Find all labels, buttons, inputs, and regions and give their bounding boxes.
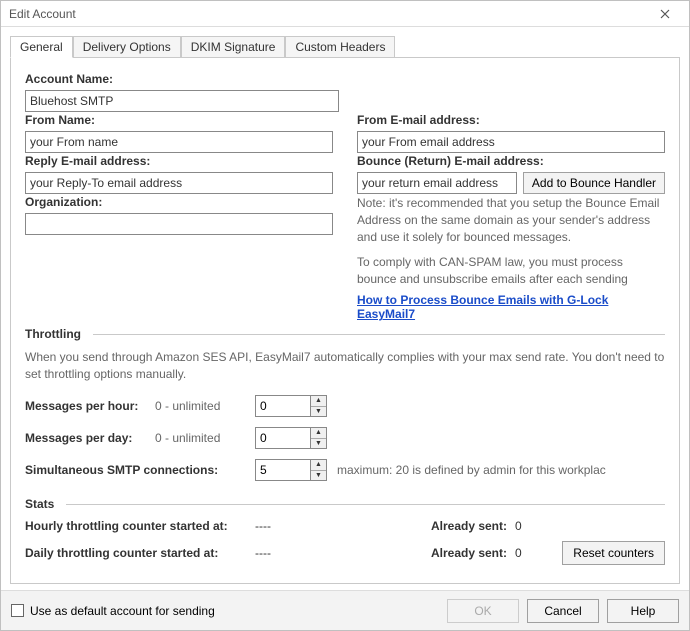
organization-label: Organization: [25,195,333,209]
hourly-sent-value: 0 [515,519,555,533]
bounce-help-link[interactable]: How to Process Bounce Emails with G-Lock… [357,293,608,321]
reply-email-input[interactable] [25,172,333,194]
tab-delivery-options[interactable]: Delivery Options [73,36,181,57]
messages-per-hour-spinner[interactable]: ▲ ▼ [255,395,327,417]
reset-counters-button[interactable]: Reset counters [562,541,665,565]
smtp-connections-note: maximum: 20 is defined by admin for this… [337,463,606,477]
tab-dkim-signature[interactable]: DKIM Signature [181,36,286,57]
ok-button[interactable]: OK [447,599,519,623]
tab-label: Delivery Options [83,40,171,54]
spinner-up-icon[interactable]: ▲ [311,460,326,471]
from-email-input[interactable] [357,131,665,153]
from-name-input[interactable] [25,131,333,153]
divider [66,504,665,505]
messages-per-hour-label: Messages per hour: [25,399,155,413]
tab-general-panel: Account Name: From Name: From E-mail add… [10,57,680,584]
bounce-note-1: Note: it's recommended that you setup th… [357,195,665,245]
tab-label: General [20,40,63,54]
tab-row: General Delivery Options DKIM Signature … [10,35,680,57]
account-name-input[interactable] [25,90,339,112]
dialog-body: General Delivery Options DKIM Signature … [1,27,689,590]
smtp-connections-label: Simultaneous SMTP connections: [25,463,255,477]
throttling-title: Throttling [25,327,87,341]
close-button[interactable] [647,4,683,24]
default-account-checkbox[interactable] [11,604,24,617]
spinner-up-icon[interactable]: ▲ [311,396,326,407]
hourly-counter-value: ---- [255,519,335,533]
hourly-counter-label: Hourly throttling counter started at: [25,519,255,533]
organization-input[interactable] [25,213,333,235]
spinner-down-icon[interactable]: ▼ [311,407,326,417]
messages-per-hour-hint: 0 - unlimited [155,399,255,413]
bounce-email-label: Bounce (Return) E-mail address: [357,154,665,168]
tab-general[interactable]: General [10,36,73,58]
tab-label: Custom Headers [295,40,385,54]
tab-custom-headers[interactable]: Custom Headers [285,36,395,57]
bounce-note-2: To comply with CAN-SPAM law, you must pr… [357,254,665,288]
hourly-sent-label: Already sent: [405,519,515,533]
messages-per-hour-input[interactable] [256,396,310,416]
add-to-bounce-handler-button[interactable]: Add to Bounce Handler [523,172,665,194]
dialog-footer: Use as default account for sending OK Ca… [1,590,689,630]
reply-email-label: Reply E-mail address: [25,154,333,168]
from-name-label: From Name: [25,113,333,127]
bounce-email-input[interactable] [357,172,517,194]
messages-per-day-input[interactable] [256,428,310,448]
daily-counter-label: Daily throttling counter started at: [25,546,255,560]
throttling-desc: When you send through Amazon SES API, Ea… [25,349,665,383]
titlebar: Edit Account [1,1,689,27]
default-account-label: Use as default account for sending [30,604,215,618]
smtp-connections-input[interactable] [256,460,310,480]
window-title: Edit Account [9,7,647,21]
messages-per-day-hint: 0 - unlimited [155,431,255,445]
daily-sent-value: 0 [515,546,555,560]
account-name-label: Account Name: [25,72,665,86]
spinner-down-icon[interactable]: ▼ [311,439,326,449]
spinner-down-icon[interactable]: ▼ [311,471,326,481]
tab-label: DKIM Signature [191,40,276,54]
daily-sent-label: Already sent: [405,546,515,560]
from-email-label: From E-mail address: [357,113,665,127]
messages-per-day-label: Messages per day: [25,431,155,445]
cancel-button[interactable]: Cancel [527,599,599,623]
spinner-up-icon[interactable]: ▲ [311,428,326,439]
help-button[interactable]: Help [607,599,679,623]
daily-counter-value: ---- [255,546,335,560]
stats-title: Stats [25,497,60,511]
smtp-connections-spinner[interactable]: ▲ ▼ [255,459,327,481]
close-icon [660,9,670,19]
divider [93,334,665,335]
messages-per-day-spinner[interactable]: ▲ ▼ [255,427,327,449]
